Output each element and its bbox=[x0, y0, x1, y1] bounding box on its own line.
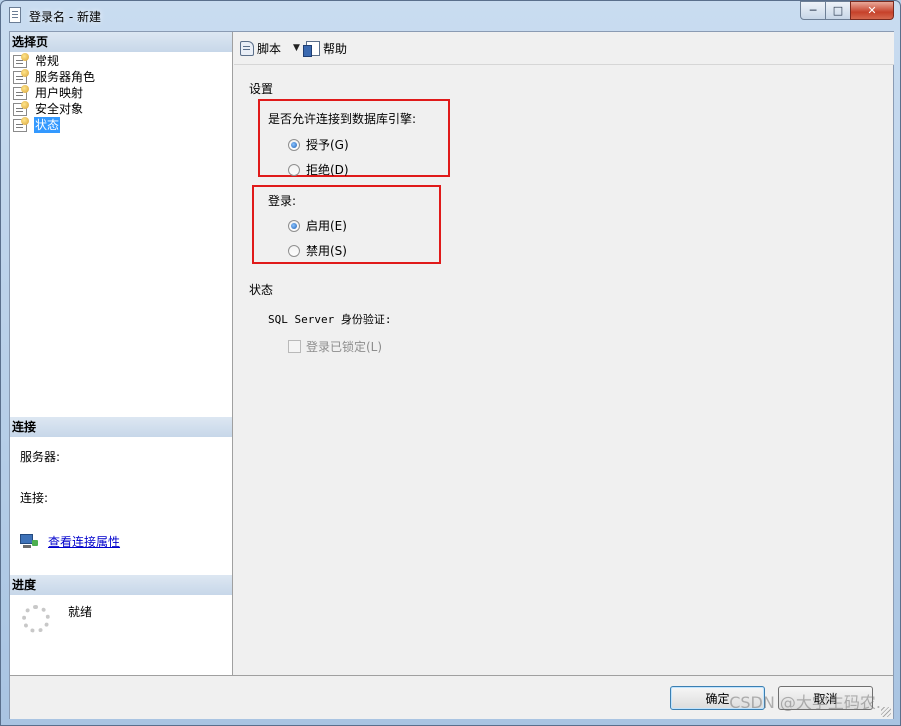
page-item-securables[interactable]: 安全对象 bbox=[10, 100, 232, 117]
login-locked-checkbox-box[interactable] bbox=[288, 340, 301, 353]
maximize-button[interactable]: □ bbox=[825, 1, 851, 20]
ok-button[interactable]: 确定 bbox=[670, 686, 765, 710]
login-new-window: 登录名 - 新建 ─ □ ✕ 选择页 常规 服务器角色 用户映射 安全对象 状态… bbox=[0, 0, 901, 726]
page-icon bbox=[13, 84, 29, 100]
enabled-radio-button[interactable] bbox=[288, 219, 300, 232]
view-connection-properties-link[interactable]: 查看连接属性 bbox=[48, 533, 120, 550]
grant-label: 授予(G) bbox=[306, 138, 349, 152]
page-item-user-mapping[interactable]: 用户映射 bbox=[10, 84, 232, 101]
disabled-label: 禁用(S) bbox=[306, 244, 347, 258]
select-page-header: 选择页 bbox=[10, 32, 232, 52]
grant-radio[interactable]: 授予(G) bbox=[288, 136, 349, 153]
help-label: 帮助 bbox=[322, 41, 347, 56]
enabled-label: 启用(E) bbox=[306, 219, 347, 233]
cancel-button[interactable]: 取消 bbox=[778, 686, 873, 710]
script-icon bbox=[240, 40, 254, 56]
login-label: 登录: bbox=[268, 194, 297, 208]
progress-row: 就绪 bbox=[10, 603, 232, 633]
view-connection-properties[interactable]: 查看连接属性 bbox=[10, 531, 232, 551]
right-pane: 脚本 ▼ 帮助 设置 是否允许连接到数据库引擎: 授予(G) 拒绝(D) 登录:… bbox=[234, 32, 894, 675]
close-button[interactable]: ✕ bbox=[850, 1, 894, 20]
page-item-label: 状态 bbox=[34, 117, 61, 133]
help-icon bbox=[302, 40, 320, 57]
page-item-label: 常规 bbox=[35, 54, 60, 68]
document-icon bbox=[9, 7, 21, 23]
progress-status: 就绪 bbox=[68, 605, 93, 619]
disabled-radio-button[interactable] bbox=[288, 244, 300, 257]
help-button[interactable]: 帮助 bbox=[302, 40, 347, 57]
window-title: 登录名 - 新建 bbox=[29, 10, 101, 24]
grant-radio-button[interactable] bbox=[288, 138, 300, 151]
deny-radio[interactable]: 拒绝(D) bbox=[288, 161, 349, 178]
server-label: 服务器: bbox=[20, 450, 61, 464]
settings-title: 设置 bbox=[249, 82, 274, 96]
page-item-status[interactable]: 状态 bbox=[10, 116, 232, 133]
deny-label: 拒绝(D) bbox=[306, 163, 349, 177]
minimize-button[interactable]: ─ bbox=[800, 1, 826, 20]
connection-label: 连接: bbox=[20, 491, 49, 505]
deny-radio-button[interactable] bbox=[288, 163, 300, 176]
page-item-label: 安全对象 bbox=[35, 102, 84, 116]
script-button[interactable]: 脚本 bbox=[240, 40, 281, 57]
window-controls: ─ □ ✕ bbox=[800, 1, 894, 20]
connection-header: 连接 bbox=[10, 417, 232, 437]
page-icon bbox=[13, 68, 29, 84]
bottom-button-bar: 确定 取消 CSDN @大学生码农. bbox=[10, 675, 893, 719]
connection-section: 连接 服务器: 连接: 查看连接属性 bbox=[10, 417, 232, 551]
page-item-server-roles[interactable]: 服务器角色 bbox=[10, 68, 232, 85]
page-list: 常规 服务器角色 用户映射 安全对象 状态 bbox=[10, 52, 232, 133]
engine-question: 是否允许连接到数据库引擎: bbox=[268, 112, 417, 126]
dialog-client-area: 选择页 常规 服务器角色 用户映射 安全对象 状态 连接 服务器: 连接: 查看… bbox=[9, 31, 894, 719]
enabled-radio[interactable]: 启用(E) bbox=[288, 217, 347, 234]
page-icon bbox=[13, 52, 29, 68]
left-pane: 选择页 常规 服务器角色 用户映射 安全对象 状态 连接 服务器: 连接: 查看… bbox=[10, 32, 233, 675]
page-item-general[interactable]: 常规 bbox=[10, 52, 232, 69]
script-label: 脚本 bbox=[257, 41, 282, 56]
page-icon bbox=[13, 100, 29, 116]
connection-properties-icon bbox=[20, 533, 38, 549]
resize-grip-icon[interactable] bbox=[881, 707, 891, 717]
progress-section: 进度 就绪 bbox=[10, 575, 232, 633]
login-locked-checkbox[interactable]: 登录已锁定(L) bbox=[288, 338, 382, 355]
page-icon bbox=[13, 116, 29, 132]
status-title: 状态 bbox=[249, 283, 274, 297]
script-dropdown-arrow-icon[interactable]: ▼ bbox=[293, 43, 300, 53]
page-item-label: 服务器角色 bbox=[35, 70, 96, 84]
toolbar: 脚本 ▼ 帮助 bbox=[234, 32, 894, 65]
sql-auth-label: SQL Server 身份验证: bbox=[268, 313, 392, 326]
title-bar[interactable]: 登录名 - 新建 ─ □ ✕ bbox=[1, 1, 900, 31]
disabled-radio[interactable]: 禁用(S) bbox=[288, 242, 347, 259]
progress-header: 进度 bbox=[10, 575, 232, 595]
page-item-label: 用户映射 bbox=[35, 86, 84, 100]
spinner-icon bbox=[22, 605, 50, 633]
login-locked-label: 登录已锁定(L) bbox=[306, 340, 383, 354]
